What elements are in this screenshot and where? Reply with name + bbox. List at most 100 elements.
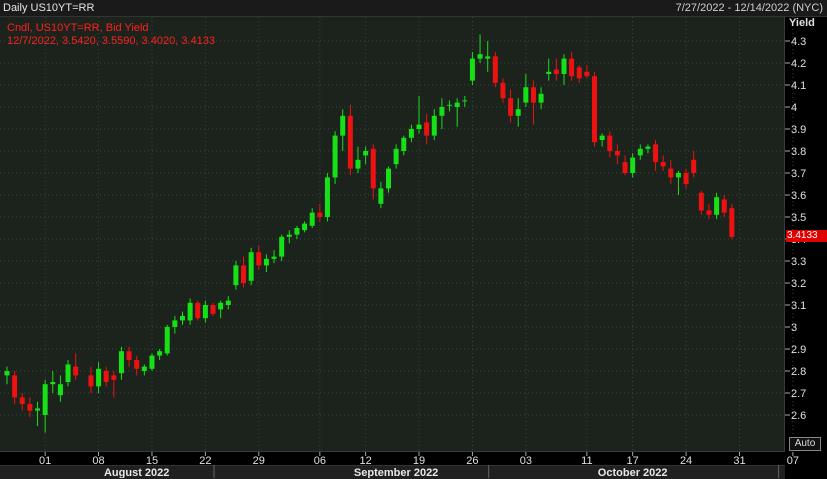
candle-36 bbox=[286, 230, 292, 244]
candle-body bbox=[477, 54, 483, 59]
candle-body bbox=[19, 397, 25, 404]
candle-78 bbox=[607, 131, 613, 158]
legend: Cndl, US10YT=RR, Bid Yield 12/7/2022, 3.… bbox=[7, 22, 215, 48]
candle-94 bbox=[729, 203, 735, 239]
candle-body bbox=[233, 265, 239, 286]
candle-body bbox=[462, 100, 468, 102]
y-axis-label: Yield bbox=[789, 17, 815, 29]
candle-body bbox=[447, 104, 453, 106]
candle-body bbox=[218, 302, 224, 310]
candle-24 bbox=[195, 300, 201, 321]
y-tick-label-16: 4.2 bbox=[791, 58, 806, 70]
candle-56 bbox=[439, 98, 445, 129]
candle-72 bbox=[561, 54, 567, 85]
candle-28 bbox=[225, 296, 231, 310]
candle-body bbox=[35, 408, 41, 411]
candle-body bbox=[88, 375, 94, 387]
y-tick-label-9: 3.5 bbox=[791, 212, 806, 224]
candle-67 bbox=[523, 74, 529, 107]
candle-body bbox=[363, 151, 369, 156]
candle-body bbox=[675, 173, 681, 178]
candle-58 bbox=[454, 98, 460, 127]
candle-57 bbox=[447, 100, 453, 112]
candle-body bbox=[42, 384, 48, 415]
y-tick-label-14: 4 bbox=[791, 102, 797, 114]
candle-65 bbox=[508, 89, 514, 123]
candle-21 bbox=[172, 316, 178, 334]
candles bbox=[4, 34, 735, 433]
y-tick-label-6: 3.2 bbox=[791, 278, 806, 290]
candle-body bbox=[721, 199, 727, 213]
candle-body bbox=[179, 316, 185, 321]
candle-5 bbox=[42, 379, 48, 433]
candle-15 bbox=[126, 346, 132, 367]
candle-11 bbox=[96, 362, 102, 393]
candle-body bbox=[12, 375, 18, 398]
y-tick-label-13: 3.9 bbox=[791, 124, 806, 136]
candle-body bbox=[57, 384, 63, 396]
candle-68 bbox=[530, 80, 536, 125]
candle-85 bbox=[660, 155, 666, 171]
candle-19 bbox=[157, 349, 163, 360]
candle-body bbox=[668, 168, 674, 178]
candle-23 bbox=[187, 298, 193, 325]
candle-64 bbox=[500, 78, 506, 103]
candle-body bbox=[569, 58, 575, 77]
candle-92 bbox=[714, 192, 720, 220]
candle-body bbox=[714, 197, 720, 215]
candle-body bbox=[286, 234, 292, 237]
y-tick-label-2: 2.8 bbox=[791, 366, 806, 378]
candle-38 bbox=[302, 221, 308, 233]
candle-17 bbox=[141, 364, 147, 376]
candle-body bbox=[637, 148, 643, 156]
candle-91 bbox=[706, 203, 712, 220]
candle-33 bbox=[263, 254, 269, 272]
y-tick-label-11: 3.7 bbox=[791, 168, 806, 180]
candle-body bbox=[27, 404, 33, 411]
candle-body bbox=[134, 360, 140, 369]
auto-scale-button[interactable]: Auto bbox=[789, 437, 821, 451]
candle-body bbox=[485, 56, 491, 59]
candle-body bbox=[630, 157, 636, 173]
candle-body bbox=[279, 236, 285, 257]
candle-body bbox=[599, 135, 605, 140]
candle-77 bbox=[599, 133, 605, 147]
candle-body bbox=[378, 188, 384, 204]
candle-82 bbox=[637, 144, 643, 160]
candlestick-chart[interactable]: 2.62.72.82.933.13.23.33.43.53.63.73.83.9… bbox=[0, 0, 827, 478]
candle-body bbox=[195, 302, 201, 319]
candle-body bbox=[401, 137, 407, 151]
y-tick-label-10: 3.6 bbox=[791, 190, 806, 202]
candle-body bbox=[393, 148, 399, 165]
candle-29 bbox=[233, 261, 239, 290]
candle-body bbox=[157, 351, 163, 356]
candle-body bbox=[118, 351, 124, 374]
y-tick-label-0: 2.6 bbox=[791, 410, 806, 422]
y-tick-label-7: 3.3 bbox=[791, 256, 806, 268]
candle-body bbox=[50, 382, 56, 385]
candle-body bbox=[584, 71, 590, 77]
candle-0 bbox=[4, 366, 10, 385]
candle-body bbox=[492, 56, 498, 83]
candle-79 bbox=[614, 144, 620, 165]
candle-49 bbox=[386, 166, 391, 193]
candle-body bbox=[256, 252, 262, 266]
candle-body bbox=[508, 98, 514, 116]
candle-body bbox=[408, 129, 414, 138]
candle-16 bbox=[134, 355, 140, 376]
month-bar bbox=[0, 465, 785, 479]
y-tick-label-15: 4.1 bbox=[791, 80, 806, 92]
candle-body bbox=[576, 67, 582, 79]
candle-48 bbox=[378, 181, 384, 209]
candle-body bbox=[202, 305, 208, 319]
candle-body bbox=[141, 366, 147, 371]
candle-body bbox=[683, 173, 689, 184]
candle-body bbox=[607, 135, 613, 151]
candle-body bbox=[96, 368, 102, 387]
candle-body bbox=[263, 258, 269, 266]
candle-89 bbox=[691, 151, 697, 178]
candle-12 bbox=[103, 366, 109, 387]
candle-body bbox=[302, 223, 308, 231]
candle-body bbox=[622, 162, 628, 173]
candle-61 bbox=[477, 34, 483, 63]
